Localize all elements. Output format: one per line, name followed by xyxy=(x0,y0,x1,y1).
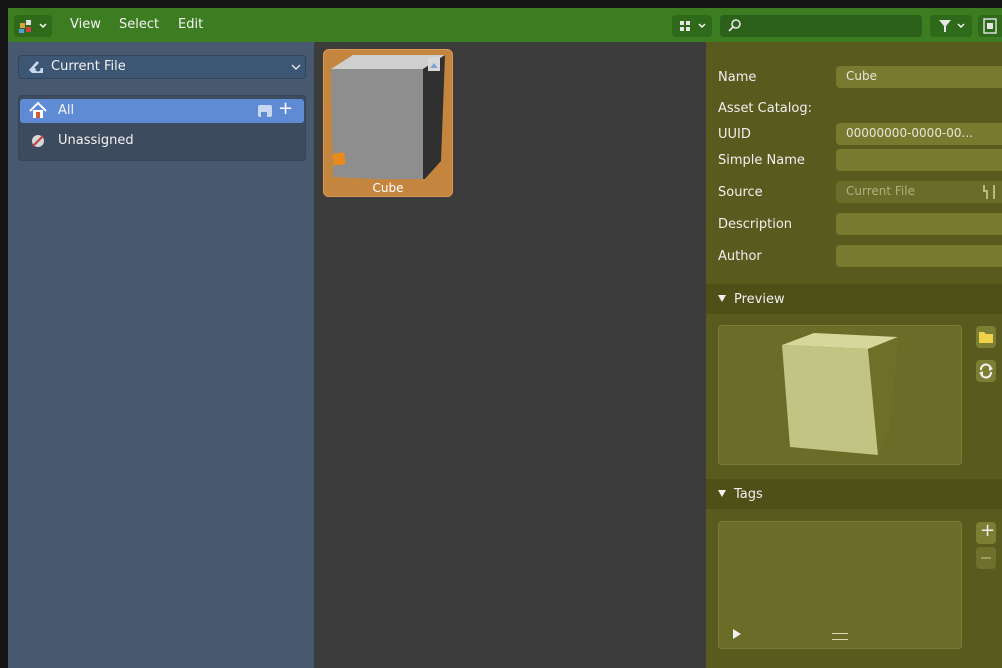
asset-browser-icon xyxy=(19,20,47,33)
menu-edit[interactable]: Edit xyxy=(178,17,203,32)
tags-panel-header[interactable]: Tags xyxy=(706,479,1002,509)
uuid-value: 00000000-0000-00... xyxy=(846,126,973,140)
uuid-label: UUID xyxy=(718,127,751,142)
asset-grid: Cube xyxy=(314,42,706,668)
preview-panel-header[interactable]: Preview xyxy=(706,284,1002,314)
asset-catalog-label: Asset Catalog: xyxy=(718,101,812,116)
resize-grip-icon[interactable] xyxy=(832,633,848,640)
uuid-field[interactable]: 00000000-0000-00... xyxy=(836,123,1002,145)
editor-type-button[interactable] xyxy=(14,15,52,37)
minus-icon xyxy=(981,557,991,559)
new-catalog-icon[interactable] xyxy=(256,99,274,123)
name-label: Name xyxy=(718,70,757,85)
refresh-icon xyxy=(979,363,993,379)
catalog-panel: Current File All + Unassigned xyxy=(8,42,314,668)
search-icon xyxy=(728,19,741,32)
name-field[interactable]: Cube xyxy=(836,66,1002,88)
description-label: Description xyxy=(718,217,793,232)
home-icon xyxy=(29,101,47,118)
cube-preview-icon xyxy=(782,333,898,455)
catalog-tree: All + Unassigned xyxy=(18,95,306,161)
unassigned-catalog-icon xyxy=(32,135,44,147)
load-preview-button[interactable] xyxy=(976,326,996,348)
source-label: Source xyxy=(718,185,763,200)
collapse-triangle-icon xyxy=(718,490,726,497)
asset-thumbnail xyxy=(331,55,445,179)
catalog-item-all[interactable]: All + xyxy=(20,98,304,123)
source-value: Current File xyxy=(846,184,915,198)
asset-tile[interactable]: Cube xyxy=(323,49,453,197)
folder-icon xyxy=(979,332,993,343)
asset-library-select[interactable]: Current File xyxy=(18,55,306,79)
filter-icon xyxy=(939,20,965,32)
menu-view[interactable]: View xyxy=(70,17,101,32)
source-tools-button[interactable] xyxy=(978,181,1002,203)
asset-file-icon xyxy=(983,18,997,34)
catalog-item-unassigned[interactable]: Unassigned xyxy=(20,129,304,153)
author-field[interactable] xyxy=(836,245,1002,267)
generate-preview-button[interactable] xyxy=(976,360,996,382)
plus-icon: + xyxy=(980,520,996,541)
asset-name: Cube xyxy=(372,181,404,195)
remove-tag-button[interactable] xyxy=(976,547,996,569)
display-mode-button[interactable] xyxy=(672,15,712,37)
blender-file-icon xyxy=(29,61,43,73)
add-catalog-icon[interactable]: + xyxy=(278,98,293,119)
chevron-down-icon xyxy=(291,64,301,70)
asset-metadata-sidebar: Name Cube Asset Catalog: UUID 00000000-0… xyxy=(706,42,1002,668)
expand-triangle-icon[interactable] xyxy=(730,627,744,641)
search-input[interactable] xyxy=(720,15,922,37)
catalog-item-label: All xyxy=(58,103,75,118)
description-field[interactable] xyxy=(836,213,1002,235)
simple-name-field[interactable] xyxy=(836,149,1002,171)
filter-button[interactable] xyxy=(930,15,972,37)
asset-browser-window: View Select Edit Current File All + Unas… xyxy=(8,8,1002,668)
tags-title: Tags xyxy=(734,487,763,502)
tools-icon xyxy=(983,185,995,199)
thumbnail-grid-icon xyxy=(680,21,706,31)
catalog-item-label: Unassigned xyxy=(58,133,134,148)
menu-select[interactable]: Select xyxy=(119,17,159,32)
sidebar-toggle-button[interactable] xyxy=(978,15,1002,37)
preview-title: Preview xyxy=(734,292,785,307)
asset-library-label: Current File xyxy=(51,59,126,74)
name-value: Cube xyxy=(846,69,877,83)
header-bar: View Select Edit xyxy=(8,8,1002,42)
collapse-triangle-icon xyxy=(718,295,726,302)
tags-list[interactable] xyxy=(718,521,962,649)
source-field: Current File xyxy=(836,181,978,203)
simple-name-label: Simple Name xyxy=(718,153,805,168)
preview-image xyxy=(718,325,962,465)
author-label: Author xyxy=(718,249,762,264)
add-tag-button[interactable]: + xyxy=(976,520,996,544)
